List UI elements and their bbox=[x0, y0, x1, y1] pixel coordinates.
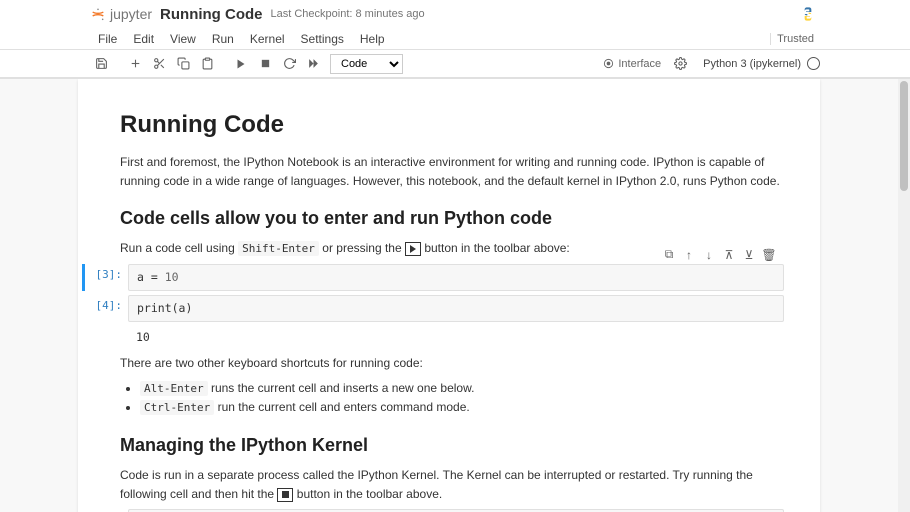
checkpoint-text: Last Checkpoint: 8 minutes ago bbox=[271, 8, 425, 20]
toolbar: Code Interface Python 3 (ipykernel) bbox=[0, 50, 910, 78]
duplicate-icon[interactable]: ⧉ bbox=[660, 246, 678, 264]
insert-below-icon[interactable]: ⊻ bbox=[740, 246, 758, 264]
menu-help[interactable]: Help bbox=[352, 30, 393, 48]
list: Alt-Enter runs the current cell and inse… bbox=[140, 379, 784, 417]
stop-icon bbox=[277, 488, 293, 502]
notebook: Running Code First and foremost, the IPy… bbox=[78, 79, 820, 512]
list-item: Alt-Enter runs the current cell and inse… bbox=[140, 379, 784, 398]
heading-2: Managing the IPython Kernel bbox=[120, 435, 784, 456]
heading-2: Code cells allow you to enter and run Py… bbox=[120, 208, 784, 229]
kbd-shortcut: Alt-Enter bbox=[140, 381, 208, 396]
list-item: Ctrl-Enter run the current cell and ente… bbox=[140, 398, 784, 417]
move-down-icon[interactable]: ↓ bbox=[700, 246, 718, 264]
notebook-scroll[interactable]: Running Code First and foremost, the IPy… bbox=[0, 79, 898, 512]
menu-bar: File Edit View Run Kernel Settings Help … bbox=[0, 28, 910, 50]
cell-prompt: [3]: bbox=[92, 264, 128, 281]
kernel-indicator[interactable] bbox=[807, 57, 820, 70]
celltype-select[interactable]: Code bbox=[330, 54, 403, 74]
restart-run-all-button[interactable] bbox=[302, 53, 324, 75]
code-input[interactable]: print(a) bbox=[128, 295, 784, 322]
restart-button[interactable] bbox=[278, 53, 300, 75]
logo-text: jupyter bbox=[110, 6, 152, 22]
play-icon bbox=[405, 242, 421, 256]
menu-file[interactable]: File bbox=[90, 30, 125, 48]
cell-prompt bbox=[92, 326, 128, 330]
cut-button[interactable] bbox=[148, 53, 170, 75]
code-cell[interactable]: [4]: print(a) bbox=[92, 295, 784, 322]
menu-run[interactable]: Run bbox=[204, 30, 242, 48]
trusted-indicator[interactable]: Trusted bbox=[770, 33, 820, 45]
delete-icon[interactable]: 🗑 bbox=[760, 246, 778, 264]
interface-switch[interactable]: Interface bbox=[603, 58, 661, 70]
kbd-shortcut: Shift-Enter bbox=[238, 241, 319, 256]
python-icon bbox=[800, 6, 816, 22]
paragraph: There are two other keyboard shortcuts f… bbox=[120, 354, 784, 373]
copy-button[interactable] bbox=[172, 53, 194, 75]
code-input[interactable]: a = 10 bbox=[128, 264, 784, 291]
scrollbar-thumb[interactable] bbox=[900, 81, 908, 191]
paragraph: Code is run in a separate process called… bbox=[120, 466, 784, 503]
markdown-cell[interactable]: There are two other keyboard shortcuts f… bbox=[120, 354, 784, 503]
code-cell[interactable]: ⧉ ↑ ↓ ⊼ ⊻ 🗑 [3]: a = 10 bbox=[92, 264, 784, 291]
cell-output: 10 bbox=[128, 326, 784, 348]
menu-settings[interactable]: Settings bbox=[293, 30, 352, 48]
cell-toolbar: ⧉ ↑ ↓ ⊼ ⊻ 🗑 bbox=[660, 246, 778, 264]
markdown-cell[interactable]: Running Code First and foremost, the IPy… bbox=[120, 111, 784, 258]
heading-1: Running Code bbox=[120, 111, 784, 139]
interface-label: Interface bbox=[618, 58, 661, 70]
menu-edit[interactable]: Edit bbox=[125, 30, 162, 48]
scrollbar[interactable] bbox=[898, 79, 910, 512]
output-cell: 10 bbox=[92, 326, 784, 348]
cell-prompt: [4]: bbox=[92, 295, 128, 312]
add-cell-button[interactable] bbox=[124, 53, 146, 75]
jupyter-logo[interactable]: jupyter bbox=[90, 6, 152, 22]
paragraph: First and foremost, the IPython Notebook… bbox=[120, 153, 784, 190]
kernel-name[interactable]: Python 3 (ipykernel) bbox=[703, 58, 801, 70]
kbd-shortcut: Ctrl-Enter bbox=[140, 400, 214, 415]
settings-icon[interactable] bbox=[669, 53, 691, 75]
run-button[interactable] bbox=[230, 53, 252, 75]
jupyter-icon bbox=[90, 6, 106, 22]
menu-kernel[interactable]: Kernel bbox=[242, 30, 293, 48]
title-bar: jupyter Running Code Last Checkpoint: 8 … bbox=[0, 0, 910, 28]
save-button[interactable] bbox=[90, 53, 112, 75]
interrupt-button[interactable] bbox=[254, 53, 276, 75]
move-up-icon[interactable]: ↑ bbox=[680, 246, 698, 264]
paste-button[interactable] bbox=[196, 53, 218, 75]
insert-above-icon[interactable]: ⊼ bbox=[720, 246, 738, 264]
notebook-title[interactable]: Running Code bbox=[160, 6, 262, 23]
menu-view[interactable]: View bbox=[162, 30, 204, 48]
